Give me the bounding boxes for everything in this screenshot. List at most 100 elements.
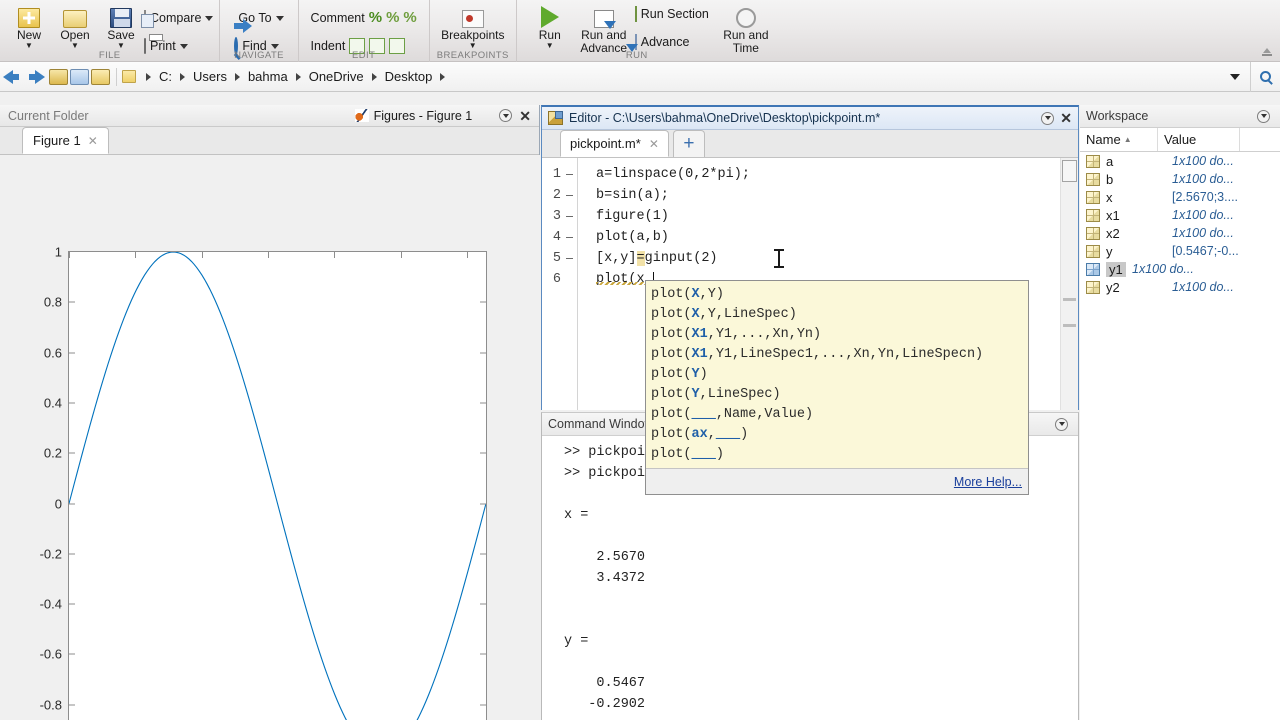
back-arrow-icon[interactable]: [2, 67, 22, 87]
workspace-row[interactable]: y2 1x100 do...: [1080, 278, 1280, 296]
y-axis-tick-mark: [480, 352, 486, 354]
column-header-value[interactable]: Value: [1158, 128, 1240, 151]
browse-folder-icon[interactable]: [70, 68, 89, 85]
autocomplete-item[interactable]: plot(X,Y): [646, 285, 1028, 305]
comment-button[interactable]: Comment % % %: [311, 4, 417, 32]
chevron-down-icon[interactable]: ▼: [117, 42, 125, 50]
analyzer-mark[interactable]: [1063, 298, 1076, 301]
workspace-row[interactable]: x1 1x100 do...: [1080, 206, 1280, 224]
figures-panel-close-icon[interactable]: ✕: [519, 109, 531, 123]
workspace-row[interactable]: b 1x100 do...: [1080, 170, 1280, 188]
breadcrumb-arrow-icon[interactable]: [234, 72, 240, 81]
new-button[interactable]: New ▼: [6, 0, 52, 50]
breadcrumb-arrow-icon[interactable]: [371, 72, 377, 81]
breakpoints-button[interactable]: Breakpoints ▼: [440, 0, 506, 50]
breadcrumb-arrow-icon[interactable]: [180, 72, 185, 81]
autocomplete-list[interactable]: plot(X,Y) plot(X,Y,LineSpec) plot(X1,Y1,..…: [646, 281, 1028, 468]
chevron-down-icon[interactable]: ▼: [25, 42, 33, 50]
save-button[interactable]: Save ▼: [98, 0, 144, 50]
variable-name: x: [1106, 189, 1113, 205]
chevron-down-icon[interactable]: [270, 43, 279, 49]
code-line: plot(a,b): [596, 230, 669, 245]
autocomplete-item[interactable]: plot(Y,LineSpec): [646, 385, 1028, 405]
sine-curve: [69, 252, 486, 720]
run-button[interactable]: Run ▼: [527, 0, 573, 50]
autocomplete-item[interactable]: plot(___,Name,Value): [646, 405, 1028, 425]
workspace-row[interactable]: y1 1x100 do...: [1080, 260, 1280, 278]
run-and-time-button[interactable]: Run and Time: [715, 0, 777, 55]
breadcrumb-arrow-icon[interactable]: [440, 72, 446, 81]
variable-name: y1: [1106, 261, 1126, 277]
autocomplete-footer: More Help...: [646, 468, 1028, 494]
sort-ascending-icon: ▲: [1123, 135, 1132, 144]
go-to-button[interactable]: Go To: [234, 4, 284, 32]
tab-figure-1[interactable]: Figure 1 ✕: [22, 127, 109, 154]
address-dropdown-icon[interactable]: [1230, 73, 1240, 80]
workspace-menu-icon[interactable]: [1257, 109, 1270, 123]
analyzer-mark[interactable]: [1063, 324, 1076, 327]
editor-gutter[interactable]: 1 2 3 4 5 6: [542, 158, 578, 410]
command-window-menu-icon[interactable]: [1055, 417, 1068, 431]
y-axis-tick-mark: [69, 452, 75, 454]
variable-name: b: [1106, 171, 1114, 187]
autocomplete-item[interactable]: plot(X,Y,LineSpec): [646, 305, 1028, 325]
column-header-name[interactable]: Name ▲: [1080, 128, 1158, 151]
matlab-application-window: New ▼ Open ▼ Save ▼ Compare Print FILE G…: [0, 0, 1280, 720]
workspace-row[interactable]: y [0.5467;-0...: [1080, 242, 1280, 260]
close-icon[interactable]: ✕: [88, 134, 98, 148]
breadcrumb[interactable]: C: Users bahma OneDrive Desktop: [140, 69, 451, 84]
workspace-row[interactable]: a 1x100 do...: [1080, 152, 1280, 170]
uncomment-percent-icon[interactable]: %: [386, 10, 399, 26]
comment-percent-icon[interactable]: %: [369, 10, 382, 26]
autocomplete-item[interactable]: plot(Y): [646, 365, 1028, 385]
run-section-button[interactable]: Run Section: [634, 0, 709, 28]
autocomplete-item[interactable]: plot(ax,___): [646, 425, 1028, 445]
chevron-down-icon[interactable]: [205, 15, 214, 21]
breadcrumb-item-drive[interactable]: C:: [157, 69, 174, 84]
autocomplete-item[interactable]: plot(X1,Y1,LineSpec1,...,Xn,Yn,LineSpecn…: [646, 345, 1028, 365]
breadcrumb-arrow-icon[interactable]: [295, 72, 301, 81]
up-folder-icon[interactable]: [49, 68, 68, 85]
breadcrumb-item-onedrive[interactable]: OneDrive: [307, 69, 366, 84]
more-help-link[interactable]: More Help...: [954, 475, 1022, 489]
variable-value: 1x100 do...: [1172, 172, 1234, 186]
editor-scrollbar[interactable]: [1061, 158, 1078, 410]
search-button[interactable]: [1250, 61, 1280, 92]
compare-button[interactable]: Compare: [144, 4, 214, 32]
chevron-down-icon[interactable]: ▼: [469, 42, 477, 50]
figures-panel-title: Figures - Figure 1: [373, 108, 473, 123]
y-axis-tick-mark: [69, 704, 75, 706]
chevron-down-icon[interactable]: ▼: [71, 42, 79, 50]
breakpoint-icon: [461, 2, 484, 28]
wrap-comment-icon[interactable]: %: [403, 10, 416, 26]
ribbon-collapse-icon[interactable]: [1260, 46, 1274, 58]
chevron-down-icon[interactable]: [275, 15, 284, 21]
breadcrumb-item-desktop[interactable]: Desktop: [383, 69, 435, 84]
y-axis-tick-mark: [480, 603, 486, 605]
editor-close-icon[interactable]: ✕: [1060, 111, 1072, 125]
breadcrumb-item-users[interactable]: Users: [191, 69, 229, 84]
scrollbar-thumb[interactable]: [1062, 160, 1077, 182]
open-button[interactable]: Open ▼: [52, 0, 98, 50]
breadcrumb-item-bahma[interactable]: bahma: [246, 69, 290, 84]
editor-panel-menu-icon[interactable]: [1041, 111, 1055, 125]
figures-panel-menu-icon[interactable]: [499, 109, 513, 122]
tab-pickpoint-m[interactable]: pickpoint.m* ✕: [560, 130, 669, 157]
command-output-line: [564, 610, 1078, 631]
forward-arrow-icon[interactable]: [26, 67, 46, 87]
workspace-row[interactable]: x [2.5670;3....: [1080, 188, 1280, 206]
breadcrumb-arrow-icon[interactable]: [146, 72, 151, 81]
autocomplete-item[interactable]: plot(X1,Y1,...,Xn,Yn): [646, 325, 1028, 345]
refresh-folder-icon[interactable]: [91, 68, 110, 85]
autocomplete-popup[interactable]: plot(X,Y) plot(X,Y,LineSpec) plot(X1,Y1,..…: [645, 280, 1029, 495]
close-icon[interactable]: ✕: [649, 137, 659, 151]
autocomplete-item[interactable]: plot(___): [646, 445, 1028, 465]
new-tab-button[interactable]: +: [672, 130, 705, 157]
editor-analyzer-bar[interactable]: [1060, 158, 1078, 410]
workspace-variable-list[interactable]: a 1x100 do... b 1x100 do... x [2.5670;3.... x1…: [1080, 152, 1280, 296]
current-folder-title[interactable]: Current Folder: [0, 109, 89, 123]
figure-canvas[interactable]: 10.80.60.40.20-0.2-0.4-0.6-0.8-1: [0, 155, 540, 720]
workspace-row[interactable]: x2 1x100 do...: [1080, 224, 1280, 242]
chevron-down-icon[interactable]: ▼: [546, 42, 554, 50]
chevron-down-icon[interactable]: [179, 43, 188, 49]
